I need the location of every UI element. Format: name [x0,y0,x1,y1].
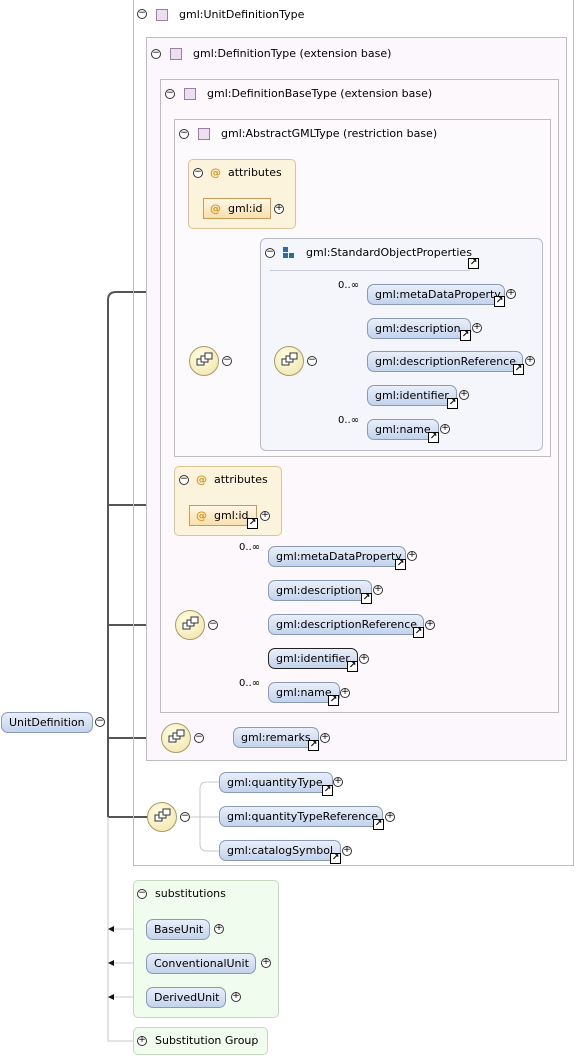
collapse-toggle[interactable]: − [95,717,105,727]
multiplicity-label: 0..∞ [239,678,261,689]
expand-toggle[interactable]: + [359,654,369,664]
attribute-label: gml:id [228,202,263,215]
expand-toggle[interactable]: + [231,992,241,1002]
element-identifier[interactable]: gml:identifier [268,648,358,669]
expand-toggle[interactable]: + [425,620,435,630]
attribute-icon: @ [196,473,207,486]
type-title: gml:DefinitionType (extension base) [193,47,392,60]
expand-toggle[interactable]: + [385,812,395,822]
group-divider [270,270,470,271]
collapse-toggle[interactable]: − [180,812,190,822]
expand-toggle[interactable]: + [274,204,284,214]
attribute-gml-id[interactable]: @ gml:id [203,198,271,219]
complex-type-icon [170,48,182,60]
reference-icon: ↗ [395,559,406,570]
group-title: gml:StandardObjectProperties [306,246,472,259]
reference-icon: ↗ [347,661,358,672]
substitutions-label: substitutions [155,887,226,900]
collapse-toggle[interactable]: − [165,89,175,99]
expand-toggle[interactable]: + [373,585,383,595]
multiplicity-label: 0..∞ [239,542,261,553]
attribute-icon: @ [196,509,207,522]
element-quantity-type[interactable]: gml:quantityType [219,772,333,793]
reference-icon: ↗ [373,819,384,830]
attributes-label: attributes [228,166,282,179]
expand-toggle[interactable]: + [214,924,224,934]
complex-type-icon [198,128,210,140]
element-description-reference[interactable]: gml:descriptionReference [367,351,523,372]
reference-icon: ↗ [322,785,333,796]
attribute-icon: @ [210,166,221,179]
collapse-toggle[interactable]: − [137,9,147,19]
element-description-reference[interactable]: gml:descriptionReference [268,614,424,635]
element-remarks[interactable]: gml:remarks [233,727,319,748]
substitution-conventional-unit[interactable]: ConventionalUnit [146,953,256,974]
collapse-toggle[interactable]: − [307,356,317,366]
reference-icon: ↗ [328,695,339,706]
expand-toggle[interactable]: + [320,733,330,743]
type-title: gml:AbstractGMLType (restriction base) [221,127,438,140]
collapse-toggle[interactable]: − [265,248,275,258]
reference-icon: ↗ [247,518,258,529]
collapse-toggle[interactable]: − [179,475,189,485]
collapse-toggle[interactable]: − [151,49,161,59]
reference-icon: ↗ [361,593,372,604]
substitution-base-unit[interactable]: BaseUnit [146,919,210,940]
expand-toggle[interactable]: + [407,551,417,561]
reference-icon: ↗ [513,364,524,375]
attribute-icon: @ [210,202,221,215]
type-title: gml:UnitDefinitionType [179,8,305,21]
element-description[interactable]: gml:description [268,580,372,601]
expand-toggle[interactable]: + [472,323,482,333]
attribute-label: gml:id [214,509,249,522]
multiplicity-label: 0..∞ [338,415,360,426]
element-identifier[interactable]: gml:identifier [367,385,457,406]
expand-toggle[interactable]: + [342,846,352,856]
choice-compositor[interactable] [147,802,177,832]
collapse-toggle[interactable]: − [194,733,204,743]
collapse-toggle[interactable]: − [222,356,232,366]
reference-icon: ↗ [460,330,471,341]
reference-icon: ↗ [308,740,319,751]
reference-icon: ↗ [494,296,505,307]
expand-toggle[interactable]: + [459,390,469,400]
expand-toggle[interactable]: + [260,511,270,521]
element-description[interactable]: gml:description [367,318,471,339]
collapse-toggle[interactable]: − [193,168,203,178]
collapse-toggle[interactable]: − [208,620,218,630]
collapse-toggle[interactable]: − [137,889,147,899]
substitution-group-label: Substitution Group [155,1034,259,1047]
reference-icon: ↗ [413,627,424,638]
expand-toggle[interactable]: + [261,958,271,968]
reference-icon: ↗ [428,432,439,443]
expand-toggle[interactable]: + [340,688,350,698]
attributes-label: attributes [214,473,268,486]
substitution-derived-unit[interactable]: DerivedUnit [146,987,226,1008]
expand-toggle[interactable]: + [333,777,343,787]
complex-type-icon [184,88,196,100]
element-catalog-symbol[interactable]: gml:catalogSymbol [219,840,341,861]
root-element-unit-definition[interactable]: UnitDefinition [1,712,93,733]
reference-icon: ↗ [447,398,458,409]
reference-icon: ↗ [468,258,479,269]
expand-toggle[interactable]: + [137,1036,147,1046]
element-meta-data-property[interactable]: gml:metaDataProperty [268,546,406,567]
expand-toggle[interactable]: + [506,289,516,299]
expand-toggle[interactable]: + [525,356,535,366]
group-icon [283,247,294,258]
sequence-compositor[interactable] [161,723,191,753]
type-title: gml:DefinitionBaseType (extension base) [207,87,433,100]
element-meta-data-property[interactable]: gml:metaDataProperty [367,284,505,305]
complex-type-icon [156,9,168,21]
sequence-compositor[interactable] [175,610,205,640]
expand-toggle[interactable]: + [440,424,450,434]
collapse-toggle[interactable]: − [179,129,189,139]
element-quantity-type-reference[interactable]: gml:quantityTypeReference [219,806,383,827]
multiplicity-label: 0..∞ [338,280,360,291]
sequence-compositor[interactable] [189,346,219,376]
sequence-compositor[interactable] [274,346,304,376]
reference-icon: ↗ [330,853,341,864]
